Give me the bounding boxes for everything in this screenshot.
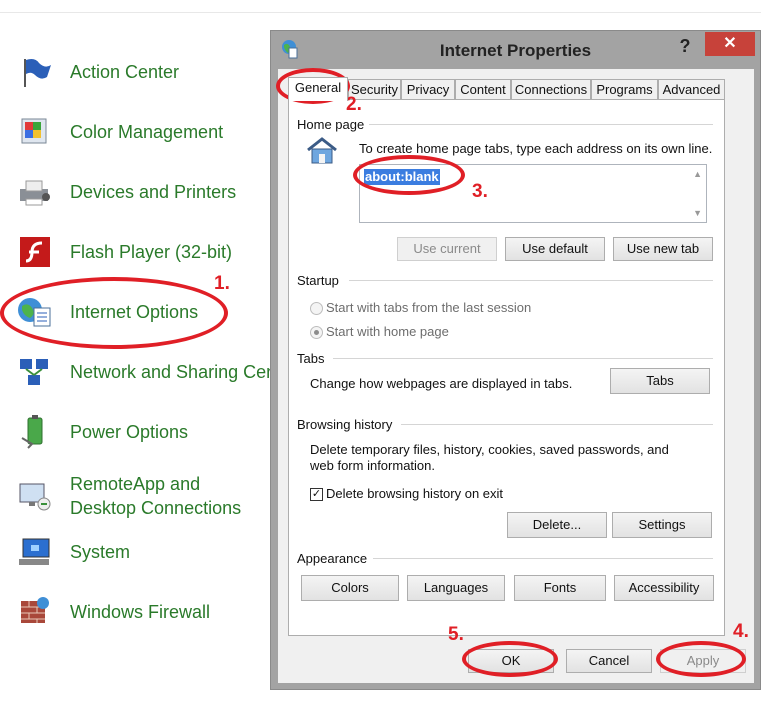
tab-programs[interactable]: Programs (591, 79, 658, 99)
delete-on-exit-checkbox[interactable]: ✓ (310, 488, 323, 501)
appearance-group-label: Appearance (297, 551, 368, 566)
cp-item-action-center[interactable]: Action Center (14, 52, 272, 92)
startup-group-label: Startup (297, 273, 339, 288)
browsing-history-group-label: Browsing history (297, 417, 393, 432)
use-default-button[interactable]: Use default (505, 237, 605, 261)
firewall-icon (14, 594, 56, 630)
use-current-button[interactable]: Use current (397, 237, 497, 261)
cp-item-devices-and-printers[interactable]: Devices and Printers (14, 172, 272, 212)
home-page-textarea[interactable]: about:blank ▲ ▼ (359, 164, 707, 223)
annotation-step-1: 1. (214, 273, 230, 294)
colors-button[interactable]: Colors (301, 575, 399, 601)
browsing-history-text-2: web form information. (310, 458, 435, 473)
flash-icon (14, 234, 56, 270)
tab-general[interactable]: General (288, 77, 348, 101)
tab-privacy[interactable]: Privacy (401, 79, 455, 99)
flag-icon (14, 54, 56, 90)
tab-connections[interactable]: Connections (511, 79, 591, 99)
scroll-down-icon[interactable]: ▼ (693, 208, 702, 218)
group-divider (373, 558, 713, 559)
startup-home-page-radio[interactable] (310, 326, 323, 339)
tab-advanced[interactable]: Advanced (658, 79, 725, 99)
delete-button[interactable]: Delete... (507, 512, 607, 538)
annotation-step-3: 3. (472, 181, 488, 202)
globe-icon (14, 294, 56, 330)
cp-item-color-management[interactable]: Color Management (14, 112, 272, 152)
home-page-instruction: To create home page tabs, type each addr… (359, 141, 713, 156)
tab-content[interactable]: Content (455, 79, 511, 99)
cp-item-label: RemoteApp and Desktop Connections (70, 474, 242, 518)
annotation-step-5: 5. (448, 624, 464, 645)
group-divider (349, 280, 713, 281)
delete-on-exit-label: Delete browsing history on exit (326, 486, 504, 501)
settings-button[interactable]: Settings (612, 512, 712, 538)
tabs-description: Change how webpages are displayed in tab… (310, 376, 573, 391)
monitor-icon (14, 534, 56, 570)
group-divider (401, 424, 713, 425)
accessibility-button[interactable]: Accessibility (614, 575, 714, 601)
help-button[interactable]: ? (675, 35, 695, 57)
cancel-button[interactable]: Cancel (566, 649, 652, 673)
tabs-button[interactable]: Tabs (610, 368, 710, 394)
cp-item-windows-firewall[interactable]: Windows Firewall (14, 592, 272, 632)
apply-button[interactable]: Apply (660, 649, 746, 673)
network-icon (14, 354, 56, 390)
home-icon (305, 136, 339, 171)
tabs-group-label: Tabs (297, 351, 325, 366)
cp-item-label: Windows Firewall (70, 602, 211, 622)
cp-item-label: System (70, 542, 131, 562)
startup-last-session-label: Start with tabs from the last session (326, 300, 532, 315)
internet-properties-window: Internet Properties ? ✕ General Security… (270, 30, 761, 690)
general-tab-panel: Home page To create home page tabs, type… (288, 99, 725, 636)
cp-item-label: Internet Options (70, 302, 199, 322)
printer-icon (14, 174, 56, 210)
cp-item-label: Color Management (70, 122, 224, 142)
battery-icon (14, 414, 56, 450)
cp-item-system[interactable]: System (14, 532, 272, 572)
cp-item-label: Network and Sharing Cen (70, 362, 277, 382)
cp-item-label: Action Center (70, 62, 180, 82)
scroll-up-icon[interactable]: ▲ (693, 169, 702, 179)
annotation-step-4: 4. (733, 621, 749, 642)
startup-home-page-label: Start with home page (326, 324, 449, 339)
color-management-icon (14, 114, 56, 150)
home-page-value: about:blank (364, 169, 440, 185)
fonts-button[interactable]: Fonts (514, 575, 606, 601)
cp-item-flash-player[interactable]: Flash Player (32-bit) (14, 232, 272, 272)
group-divider (333, 358, 713, 359)
cp-item-label: Flash Player (32-bit) (70, 242, 233, 262)
cp-item-network-and-sharing[interactable]: Network and Sharing Cen (14, 352, 276, 392)
browsing-history-text-1: Delete temporary files, history, cookies… (310, 442, 669, 457)
languages-button[interactable]: Languages (407, 575, 505, 601)
cp-item-label: Devices and Printers (70, 182, 237, 202)
startup-last-session-radio[interactable] (310, 302, 323, 315)
annotation-step-2: 2. (346, 94, 362, 115)
remote-desktop-icon (14, 478, 56, 514)
cp-item-power-options[interactable]: Power Options (14, 412, 272, 452)
title-bar[interactable]: Internet Properties ? ✕ (271, 31, 760, 69)
cp-item-label: Power Options (70, 422, 189, 442)
cp-item-remoteapp[interactable]: RemoteApp and Desktop Connections (14, 470, 272, 522)
cp-item-internet-options[interactable]: Internet Options (14, 292, 272, 332)
ok-button[interactable]: OK (468, 649, 554, 673)
home-page-group-label: Home page (297, 117, 365, 132)
group-divider (369, 124, 713, 125)
use-new-tab-button[interactable]: Use new tab (613, 237, 713, 261)
close-button[interactable]: ✕ (705, 32, 755, 56)
control-panel-list: Action Center Color Management Devices a… (0, 0, 276, 723)
dialog-client-area: General Security Privacy Content Connect… (278, 69, 754, 683)
